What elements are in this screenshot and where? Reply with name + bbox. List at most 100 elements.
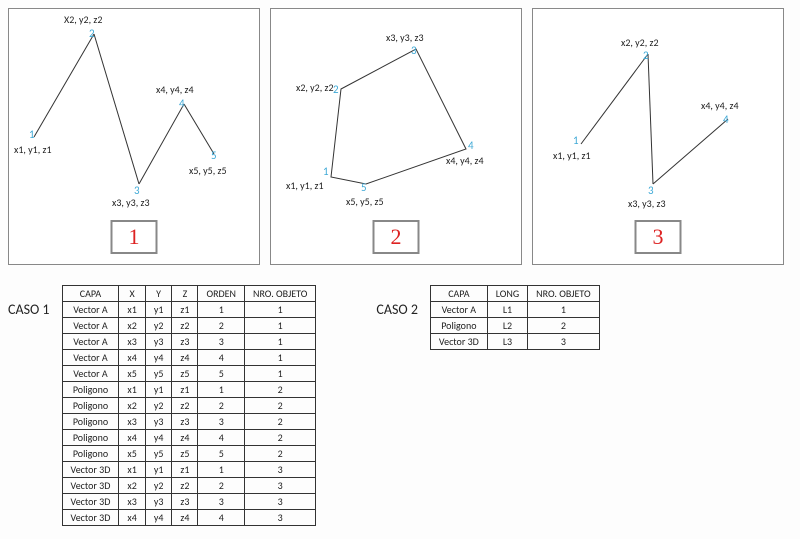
td: 1: [245, 318, 316, 334]
td: y1: [145, 382, 172, 398]
table-row: Vector Ax1y1z111: [62, 302, 316, 318]
table-row: Poligonox1y1z112: [62, 382, 316, 398]
td: x2: [119, 478, 145, 494]
td: Vector 3D: [62, 462, 119, 478]
td: z1: [172, 462, 198, 478]
th: CAPA: [62, 286, 119, 302]
td: x2: [119, 398, 145, 414]
td: y5: [145, 366, 172, 382]
td: y3: [145, 494, 172, 510]
table-row: Vector 3DL33: [430, 334, 599, 350]
table-header-row: CAPA X Y Z ORDEN NRO. OBJETO: [62, 286, 316, 302]
pt-coord: x1, y1, z1: [286, 179, 324, 192]
td: x4: [119, 430, 145, 446]
td: Vector A: [62, 302, 119, 318]
caso2-table: CAPA LONG NRO. OBJETO Vector AL11Poligon…: [430, 285, 600, 350]
td: 1: [245, 302, 316, 318]
pt-coord: x1, y1, z1: [14, 143, 52, 156]
pt-num: 1: [573, 134, 579, 147]
pt-num: 1: [29, 128, 35, 141]
td: z4: [172, 350, 198, 366]
table-row: Vector Ax5y5z551: [62, 366, 316, 382]
td: x4: [119, 510, 145, 526]
pt-coord: x5, y5, z5: [189, 164, 227, 177]
td: x5: [119, 446, 145, 462]
td: 4: [198, 510, 245, 526]
diagram-panel-3: 1 x1, y1, z1 2 x2, y2, z2 3 x3, y3, z3 4…: [532, 8, 784, 265]
caso2-label: CASO 2: [376, 285, 418, 318]
td: Poligono: [62, 446, 119, 462]
pt-coord: x1, y1, z1: [553, 149, 591, 162]
table-row: Vector 3Dx4y4z443: [62, 510, 316, 526]
td: 3: [245, 478, 316, 494]
td: 5: [198, 446, 245, 462]
th: ORDEN: [198, 286, 245, 302]
td: 4: [198, 350, 245, 366]
td: y1: [145, 462, 172, 478]
td: x3: [119, 494, 145, 510]
td: 2: [198, 398, 245, 414]
td: z5: [172, 366, 198, 382]
table-header-row: CAPA LONG NRO. OBJETO: [430, 286, 599, 302]
td: 1: [245, 366, 316, 382]
table-row: Poligonox4y4z442: [62, 430, 316, 446]
caso1-block: CASO 1 CAPA X Y Z ORDEN NRO. OBJETO Vect…: [8, 285, 316, 526]
td: x3: [119, 334, 145, 350]
diagram-panel-1: 1 x1, y1, z1 2 X2, y2, z2 3 x3, y3, z3 4…: [8, 8, 260, 265]
pt-coord: x4, y4, z4: [446, 154, 484, 167]
tables-row: CASO 1 CAPA X Y Z ORDEN NRO. OBJETO Vect…: [8, 285, 792, 526]
td: z3: [172, 334, 198, 350]
td: z2: [172, 318, 198, 334]
td: 2: [245, 382, 316, 398]
pt-num: 3: [411, 44, 417, 57]
td: 3: [245, 462, 316, 478]
panel-box-number: 2: [373, 220, 420, 254]
td: z4: [172, 430, 198, 446]
table-row: Vector Ax2y2z221: [62, 318, 316, 334]
td: 2: [245, 414, 316, 430]
td: 3: [198, 414, 245, 430]
pt-num: 4: [723, 113, 729, 126]
td: 2: [528, 318, 599, 334]
td: Poligono: [62, 382, 119, 398]
td: 1: [245, 334, 316, 350]
pt-num: 3: [648, 184, 654, 197]
table-row: Vector 3Dx3y3z333: [62, 494, 316, 510]
pt-coord: X2, y2, z2: [64, 13, 102, 26]
th: NRO. OBJETO: [245, 286, 316, 302]
td: z4: [172, 510, 198, 526]
panel-box-number: 3: [635, 220, 682, 254]
td: x2: [119, 318, 145, 334]
panel-box-number: 1: [111, 220, 158, 254]
td: 3: [528, 334, 599, 350]
td: z1: [172, 382, 198, 398]
td: Vector A: [62, 334, 119, 350]
pt-coord: x3, y3, z3: [628, 197, 666, 210]
table-row: Vector 3Dx2y2z223: [62, 478, 316, 494]
td: x5: [119, 366, 145, 382]
td: 1: [198, 382, 245, 398]
pt-num: 1: [323, 165, 329, 178]
td: 3: [198, 334, 245, 350]
pt-num: 4: [468, 139, 474, 152]
td: 1: [198, 462, 245, 478]
td: y4: [145, 430, 172, 446]
td: Poligono: [430, 318, 487, 334]
pt-coord: x2, y2, z2: [621, 36, 659, 49]
pt-num: 5: [361, 181, 367, 194]
td: Poligono: [62, 398, 119, 414]
td: 2: [198, 318, 245, 334]
td: Vector 3D: [62, 478, 119, 494]
td: 3: [245, 510, 316, 526]
pt-coord: x5, y5, z5: [346, 195, 384, 208]
td: Vector 3D: [62, 510, 119, 526]
td: x3: [119, 414, 145, 430]
td: z2: [172, 478, 198, 494]
table-row: Vector Ax3y3z331: [62, 334, 316, 350]
td: z2: [172, 398, 198, 414]
th: CAPA: [430, 286, 487, 302]
td: Poligono: [62, 414, 119, 430]
pt-coord: x3, y3, z3: [112, 196, 150, 209]
pt-coord: x4, y4, z4: [156, 83, 194, 96]
td: L1: [487, 302, 527, 318]
